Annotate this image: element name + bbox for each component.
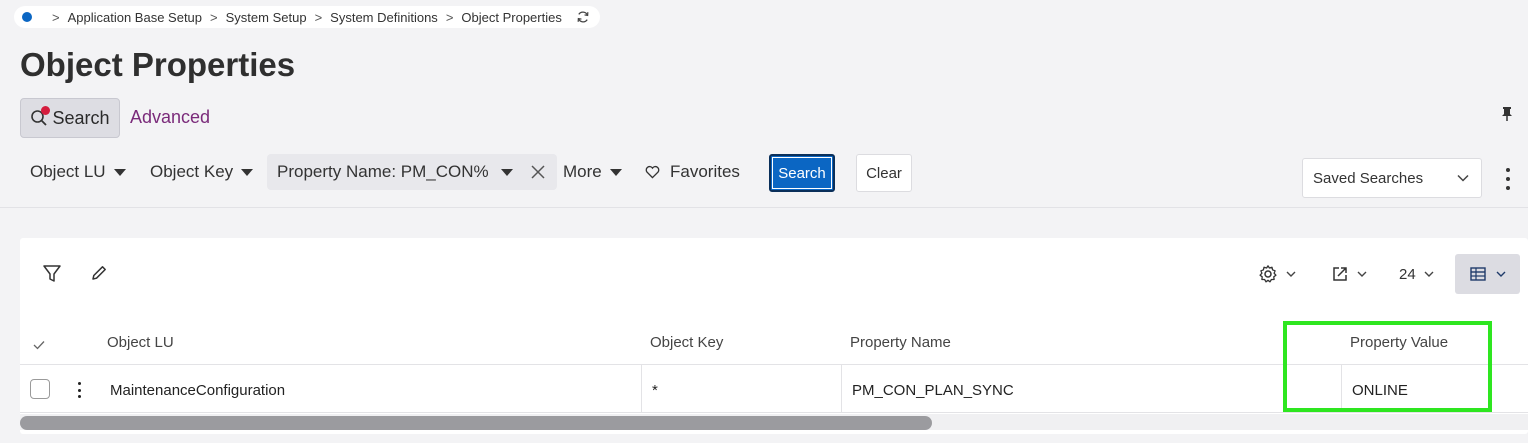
- export-icon: [1333, 267, 1347, 281]
- caret-down-icon: [609, 168, 622, 176]
- breadcrumb-item-system-setup[interactable]: System Setup: [226, 10, 307, 25]
- advanced-mode-link[interactable]: Advanced: [130, 107, 210, 128]
- table-view-button[interactable]: [1455, 254, 1520, 294]
- filter-property-name-label: Property Name: PM_CON%: [277, 162, 489, 181]
- filter-property-name[interactable]: Property Name: PM_CON%: [267, 154, 557, 190]
- chevron-down-icon: [1286, 271, 1296, 277]
- filter-more[interactable]: More: [563, 154, 622, 190]
- horizontal-scrollbar-thumb[interactable]: [20, 416, 932, 430]
- export-menu[interactable]: [1331, 256, 1367, 292]
- close-icon[interactable]: [531, 165, 545, 179]
- page-size-menu[interactable]: 24: [1399, 256, 1434, 292]
- saved-searches-dropdown[interactable]: Saved Searches: [1302, 158, 1482, 198]
- cell-object-lu[interactable]: MaintenanceConfiguration: [110, 382, 285, 399]
- edit-icon[interactable]: [90, 264, 108, 282]
- chevron-down-icon: [1357, 271, 1367, 277]
- row-actions-icon[interactable]: [76, 382, 82, 398]
- column-divider: [1341, 365, 1342, 412]
- page-size-value: 24: [1399, 265, 1416, 283]
- chevron-right-icon: >: [314, 9, 323, 25]
- search-mode-label: Search: [52, 107, 110, 128]
- column-header-object-lu[interactable]: Object LU: [107, 334, 174, 351]
- chevron-right-icon: >: [52, 9, 60, 25]
- header-divider: [20, 364, 1528, 365]
- search-button[interactable]: Search: [769, 154, 835, 192]
- filter-object-key[interactable]: Object Key: [150, 154, 254, 190]
- chevron-down-icon: [1496, 271, 1505, 277]
- column-header-object-key[interactable]: Object Key: [650, 334, 723, 351]
- results-table-panel: 24 Object LU Object Key Property Name Pr…: [20, 238, 1528, 434]
- row-divider: [20, 412, 1528, 413]
- filter-more-label: More: [563, 162, 602, 181]
- chevron-right-icon: >: [210, 9, 218, 25]
- gear-icon: [1259, 265, 1277, 283]
- table-icon: [1469, 267, 1486, 281]
- caret-down-icon: [113, 168, 126, 176]
- page-title: Object Properties: [20, 46, 296, 83]
- favorites-button[interactable]: Favorites: [645, 154, 740, 190]
- saved-searches-label: Saved Searches: [1313, 169, 1424, 187]
- refresh-icon[interactable]: [576, 10, 590, 24]
- search-icon: [30, 106, 51, 127]
- filter-object-key-label: Object Key: [150, 162, 234, 181]
- breadcrumb: > Application Base Setup > System Setup …: [14, 6, 600, 28]
- caret-down-icon: [241, 168, 254, 176]
- chevron-down-icon: [1457, 174, 1469, 182]
- pin-icon[interactable]: [1500, 106, 1514, 122]
- cell-property-name[interactable]: PM_CON_PLAN_SYNC: [852, 382, 1014, 399]
- clear-button[interactable]: Clear: [856, 154, 912, 192]
- heart-icon: [645, 165, 660, 179]
- select-all-check-icon[interactable]: [32, 339, 46, 351]
- favorites-label: Favorites: [670, 162, 740, 181]
- cell-object-key[interactable]: *: [652, 382, 658, 399]
- chevron-right-icon: >: [445, 9, 454, 25]
- notification-dot: [41, 106, 51, 115]
- row-checkbox[interactable]: [30, 379, 50, 399]
- chevron-down-icon: [1424, 271, 1434, 277]
- column-divider: [641, 365, 642, 412]
- column-divider: [841, 365, 842, 412]
- filter-icon[interactable]: [42, 264, 62, 284]
- more-options-icon[interactable]: [1500, 168, 1516, 190]
- filter-bar: Object LU Object Key Property Name: PM_C…: [0, 150, 1528, 208]
- search-mode-button[interactable]: Search: [20, 98, 120, 138]
- filter-object-lu-label: Object LU: [30, 162, 106, 181]
- breadcrumb-item-object-properties: Object Properties: [461, 9, 562, 25]
- caret-down-icon[interactable]: [500, 168, 513, 176]
- home-dot-icon[interactable]: [22, 12, 32, 22]
- breadcrumb-item-system-definitions[interactable]: System Definitions: [330, 10, 438, 25]
- column-header-property-name[interactable]: Property Name: [850, 334, 951, 351]
- breadcrumb-item-application-base-setup[interactable]: Application Base Setup: [68, 10, 202, 25]
- settings-menu[interactable]: [1258, 256, 1296, 292]
- filter-object-lu[interactable]: Object LU: [30, 154, 126, 190]
- cell-property-value[interactable]: ONLINE: [1352, 382, 1408, 399]
- column-header-property-value[interactable]: Property Value: [1350, 334, 1448, 351]
